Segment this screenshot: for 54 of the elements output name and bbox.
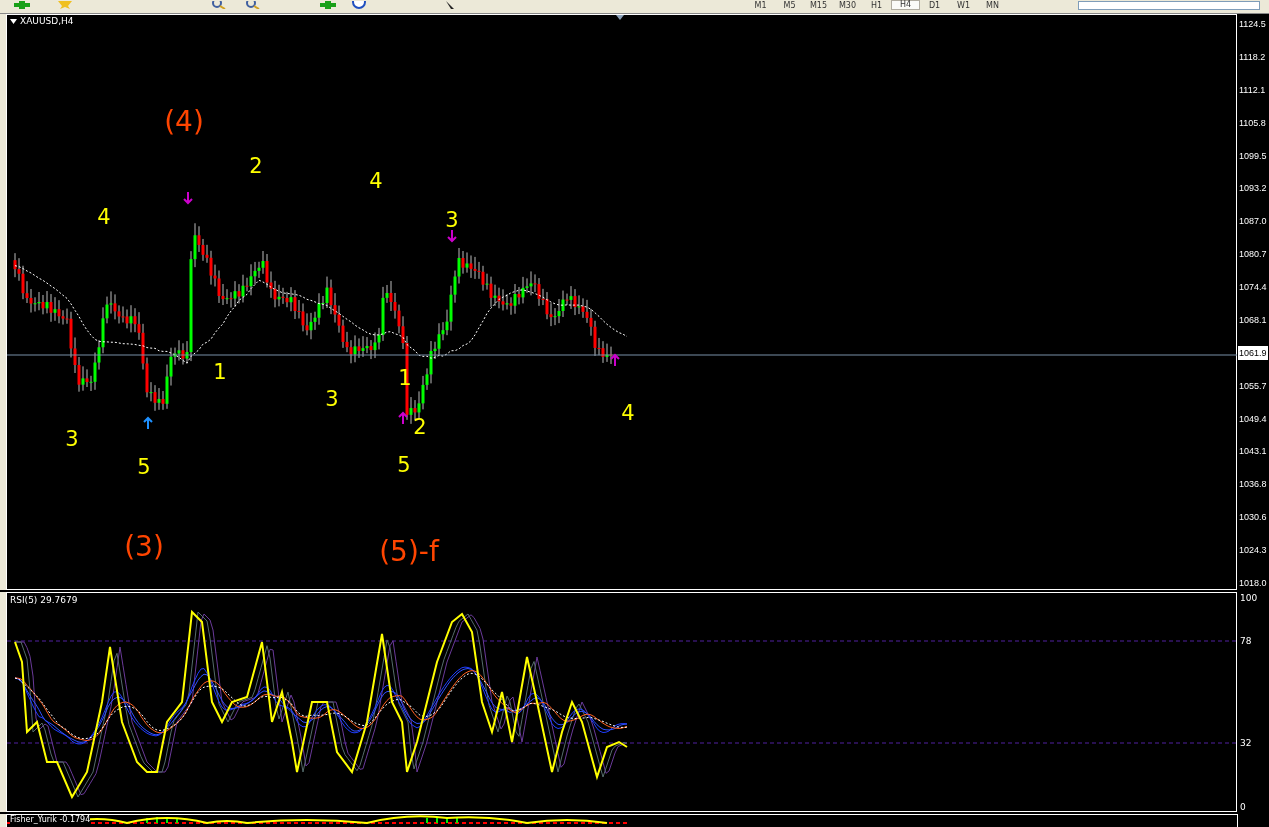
price-label: 1018.0 [1238,576,1268,590]
clock-icon[interactable] [352,1,366,9]
timeframe-button[interactable]: M1 [746,0,775,10]
wave-label: 2 [413,417,427,438]
axis-label: 78 [1240,635,1252,647]
wave-label: (3) [124,533,164,561]
timeframe-button[interactable]: M30 [833,0,862,10]
wave-label: 4 [97,207,111,228]
timeframe-button[interactable]: D1 [920,0,949,10]
wave-label: (4) [164,108,204,136]
wave-label: 1 [213,362,227,383]
price-label: 1105.8 [1238,116,1267,130]
wave-label: (5)-f [379,538,439,566]
price-label: 1099.5 [1238,149,1268,163]
plus-icon[interactable] [320,1,336,9]
indicator-title: RSI(5) 29.7679 [10,595,78,606]
price-label: 1074.4 [1238,281,1268,294]
price-label: 1112.1 [1238,83,1267,97]
price-label: 1080.7 [1238,248,1268,262]
search-icon[interactable] [212,1,226,9]
price-label: 1068.1 [1238,313,1268,327]
search-icon[interactable] [246,1,260,9]
axis-label: 32 [1240,737,1252,749]
price-label: 1061.9 [1238,345,1268,360]
price-label: 1118.2 [1238,50,1267,64]
wave-label: 3 [325,389,339,410]
price-label: 1087.0 [1238,215,1268,229]
search-field[interactable] [1078,1,1260,10]
timeframe-button[interactable]: MN [978,0,1007,10]
wave-label: 3 [65,429,79,450]
axis-label: 100 [1240,592,1258,604]
timeframe-button[interactable]: W1 [949,0,978,10]
chart-title: XAUUSD,H4 [20,16,74,27]
wave-label: 3 [445,210,459,231]
price-label: 1093.2 [1238,182,1268,196]
wave-label: 4 [369,171,383,192]
price-label: 1043.1 [1238,445,1268,459]
price-label: 1036.8 [1238,478,1268,492]
price-label: 1024.3 [1238,544,1268,557]
axis-label: 0 [1240,801,1246,813]
price-label: 1124.5 [1238,18,1267,31]
wave-label: 4 [621,403,635,424]
price-label: 1049.4 [1238,412,1268,426]
wave-label: 2 [249,156,263,177]
wave-label: 5 [137,457,151,478]
price-label: 1055.7 [1238,379,1268,393]
wave-label: 5 [397,455,411,476]
timeframe-button[interactable]: H1 [862,0,891,10]
indicator-title: Fisher_Yurik -0.1794 [10,815,91,825]
timeframe-button[interactable]: M5 [775,0,804,10]
timeframe-button[interactable]: M15 [804,0,833,10]
price-label: 1030.6 [1238,511,1268,525]
plus-icon[interactable] [14,1,30,9]
dropdown-triangle-icon[interactable] [10,19,17,24]
